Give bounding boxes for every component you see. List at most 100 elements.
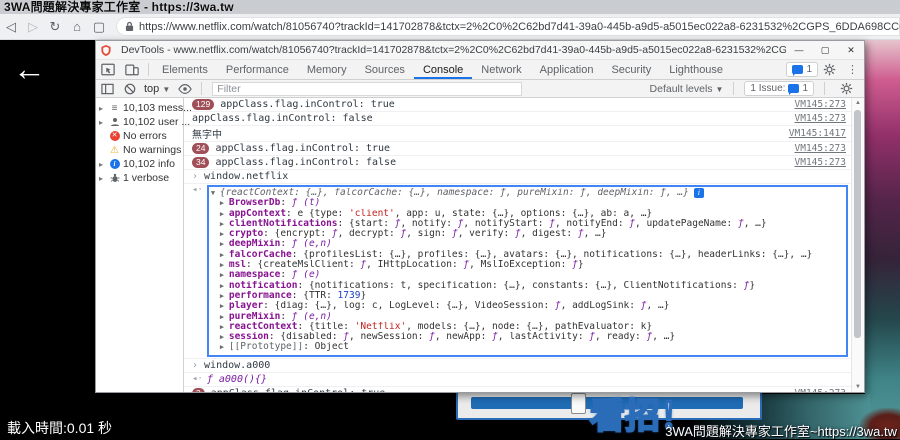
expand-triangle-icon[interactable]: ▶ — [220, 239, 229, 249]
tab-performance[interactable]: Performance — [217, 60, 298, 79]
object-tree-root[interactable]: ▼{reactContext: {…}, falcorCache: {…}, n… — [211, 188, 844, 198]
player-back-arrow-icon[interactable]: ← — [13, 52, 46, 85]
expand-triangle-icon[interactable]: ▶ — [220, 291, 229, 301]
expand-triangle-icon[interactable]: ▶ — [220, 281, 229, 291]
expand-triangle-icon[interactable]: ▶ — [220, 312, 229, 322]
value-text: , notify: — [400, 219, 457, 229]
issues-counter[interactable]: 1 — [786, 62, 818, 77]
sidebar-item-no-errors[interactable]: ✕No errors — [96, 129, 183, 143]
home-button[interactable]: ⌂ — [66, 19, 88, 34]
forward-button[interactable]: ▷ — [22, 19, 44, 35]
tab-lighthouse[interactable]: Lighthouse — [660, 60, 732, 79]
more-options-icon[interactable]: ⋮ — [847, 63, 858, 76]
tree-property--prototype-[interactable]: ▶[[Prototype]]: Object — [211, 342, 844, 352]
bookmark-icon[interactable]: ▢ — [88, 19, 110, 35]
expand-triangle-icon[interactable]: ▶ — [220, 322, 229, 332]
repeat-count-badge: 24 — [192, 143, 209, 154]
watermark-studio-url: 3WA問題解決專家工作室~https://3wa.tw — [665, 421, 897, 440]
console-scrollbar[interactable]: ▲ ▼ — [851, 98, 864, 392]
device-toolbar-icon[interactable] — [125, 63, 139, 76]
source-link[interactable]: VM145:273 — [795, 388, 851, 392]
value-text: , verify: — [458, 229, 515, 239]
tree-property-session[interactable]: ▶session: {disabled: ƒ, newSession: ƒ, n… — [211, 332, 844, 342]
tree-property-falcorcache[interactable]: ▶falcorCache: {profilesList: {…}, profil… — [211, 250, 844, 260]
console-sidebar-toggle-icon[interactable] — [101, 83, 114, 95]
console-sidebar: ▸≡10,103 mess...▸10,102 user ...✕No erro… — [96, 98, 184, 392]
reload-button[interactable]: ↻ — [44, 19, 66, 35]
tree-property-player[interactable]: ▶player: {diag: {…}, log: c, LogLevel: {… — [211, 301, 844, 311]
overlay-slider-handle[interactable] — [571, 393, 586, 414]
tree-property-notification[interactable]: ▶notification: {notifications: t, specif… — [211, 281, 844, 291]
context-selector[interactable]: top ▼ — [144, 83, 170, 95]
tab-network[interactable]: Network — [472, 60, 530, 79]
tab-sources[interactable]: Sources — [356, 60, 414, 79]
scroll-up-icon[interactable]: ▲ — [852, 100, 864, 106]
value-text: , newApp: — [435, 332, 492, 342]
value-text: {TTR: — [303, 291, 337, 301]
expand-triangle-icon[interactable]: ▶ — [220, 260, 229, 270]
sidebar-item-10-102-user-[interactable]: ▸10,102 user ... — [96, 115, 183, 129]
property-key: msl — [229, 260, 246, 270]
expand-triangle-icon[interactable]: ▶ — [220, 270, 229, 280]
source-link[interactable]: VM145:1417 — [789, 128, 851, 139]
source-link[interactable]: VM145:273 — [795, 143, 851, 154]
tree-property-puremixin[interactable]: ▶pureMixin: ƒ (e,n) — [211, 312, 844, 322]
expand-triangle-icon[interactable]: ▶ — [220, 198, 229, 208]
function-value: ƒ (e,n) — [292, 312, 332, 322]
expand-triangle-icon[interactable]: ▶ — [220, 219, 229, 229]
tab-memory[interactable]: Memory — [298, 60, 356, 79]
devtools-title-bar[interactable]: DevTools - www.netflix.com/watch/8105674… — [96, 41, 864, 60]
tree-property-msl[interactable]: ▶msl: {createMslClient: ƒ, IHttpLocation… — [211, 260, 844, 270]
expand-triangle-icon[interactable]: ▶ — [220, 332, 229, 342]
maximize-button[interactable]: ▢ — [812, 41, 838, 59]
expander-icon: ▸ — [99, 104, 106, 113]
issues-summary[interactable]: 1 Issue: 1 — [744, 81, 814, 96]
tree-property-crypto[interactable]: ▶crypto: {encrypt: ƒ, decrypt: ƒ, sign: … — [211, 229, 844, 239]
tree-property-appcontext[interactable]: ▶appContext: e {type: 'client', app: u, … — [211, 209, 844, 219]
expand-triangle-icon[interactable]: ▶ — [220, 301, 229, 311]
close-button[interactable]: ✕ — [838, 41, 864, 59]
live-expression-eye-icon[interactable] — [178, 83, 192, 95]
console-settings-gear-icon[interactable] — [840, 82, 853, 95]
scrollbar-thumb[interactable] — [854, 110, 861, 338]
scroll-down-icon[interactable]: ▼ — [852, 384, 864, 390]
expand-triangle-icon[interactable]: ▶ — [220, 209, 229, 219]
tree-property-reactcontext[interactable]: ▶reactContext: {title: 'Netflix', models… — [211, 322, 844, 332]
colon: : — [246, 260, 257, 270]
issues-bubble-icon — [788, 84, 799, 93]
sidebar-item-no-warnings[interactable]: ⚠No warnings — [96, 143, 183, 157]
tree-property-performance[interactable]: ▶performance: {TTR: 1739} — [211, 291, 844, 301]
tab-security[interactable]: Security — [602, 60, 660, 79]
expand-triangle-icon[interactable]: ▶ — [220, 342, 229, 352]
tab-application[interactable]: Application — [531, 60, 603, 79]
clear-console-icon[interactable] — [124, 83, 136, 95]
source-link[interactable]: VM145:273 — [795, 99, 851, 110]
filter-input[interactable] — [212, 82, 522, 96]
colon: : — [297, 281, 308, 291]
tree-property-namespace[interactable]: ▶namespace: ƒ (e) — [211, 270, 844, 280]
expand-triangle-icon[interactable]: ▶ — [220, 229, 229, 239]
tree-property-browserdb[interactable]: ▶BrowserDb: ƒ (t) — [211, 198, 844, 208]
source-link[interactable]: VM145:273 — [795, 157, 851, 168]
expand-triangle-icon[interactable]: ▶ — [220, 250, 229, 260]
collapse-triangle-icon[interactable]: ▼ — [211, 188, 220, 198]
tree-property-clientnotifications[interactable]: ▶clientNotifications: {start: ƒ, notify:… — [211, 219, 844, 229]
colon: : — [269, 332, 280, 342]
sidebar-item-10-102-info[interactable]: ▸i10,102 info — [96, 157, 183, 171]
source-link[interactable]: VM145:273 — [795, 113, 851, 124]
sidebar-item-10-103-mess-[interactable]: ▸≡10,103 mess... — [96, 101, 183, 115]
object-tree[interactable]: ▼{reactContext: {…}, falcorCache: {…}, n… — [207, 185, 848, 357]
value-text: {disabled: — [280, 332, 343, 342]
minimize-button[interactable]: — — [786, 41, 812, 59]
tree-property-deepmixin[interactable]: ▶deepMixin: ƒ (e,n) — [211, 239, 844, 249]
info-icon[interactable]: i — [694, 188, 704, 198]
tab-elements[interactable]: Elements — [153, 60, 217, 79]
settings-gear-icon[interactable] — [823, 63, 836, 76]
tab-console[interactable]: Console — [414, 60, 472, 79]
back-button[interactable]: ◁ — [0, 19, 22, 35]
address-bar[interactable]: https://www.netflix.com/watch/81056740?t… — [116, 17, 900, 36]
inspect-element-icon[interactable] — [101, 63, 115, 76]
sidebar-item-1-verbose[interactable]: ▸1 verbose — [96, 171, 183, 185]
log-levels-dropdown[interactable]: Default levels ▼ — [650, 83, 724, 95]
property-key: performance — [229, 291, 292, 301]
